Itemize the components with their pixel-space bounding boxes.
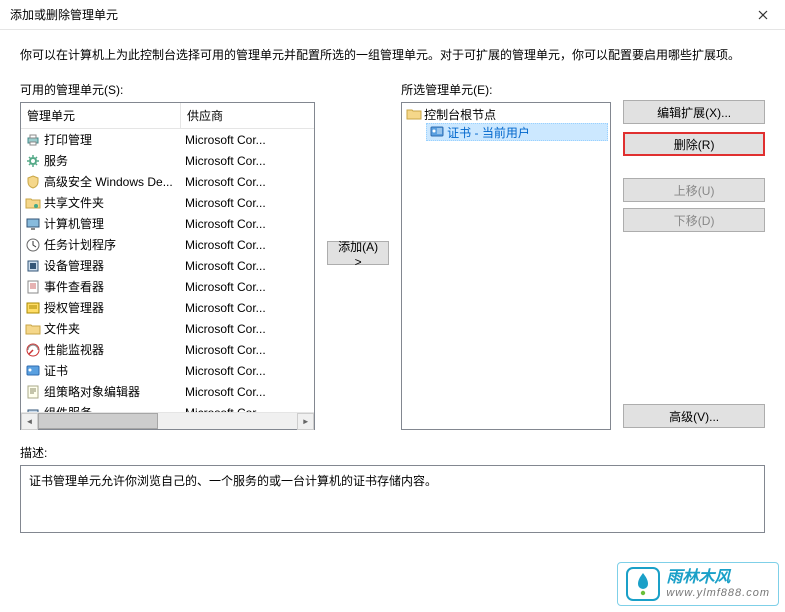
list-item-name: 打印管理 (44, 131, 92, 148)
list-item[interactable]: 服务 Microsoft Cor... (21, 150, 314, 171)
shield-icon (25, 174, 41, 190)
list-item[interactable]: 组策略对象编辑器 Microsoft Cor... (21, 381, 314, 402)
close-button[interactable] (740, 0, 785, 30)
monitor-icon (25, 216, 41, 232)
description-box: 证书管理单元允许你浏览自己的、一个服务的或一台计算机的证书存储内容。 (20, 465, 765, 533)
list-item[interactable]: 授权管理器 Microsoft Cor... (21, 297, 314, 318)
list-item-name: 文件夹 (44, 320, 80, 337)
watermark-line1: 雨林木风 (666, 568, 770, 587)
add-button[interactable]: 添加(A) > (327, 241, 389, 265)
clock-icon (25, 237, 41, 253)
list-item[interactable]: 任务计划程序 Microsoft Cor... (21, 234, 314, 255)
list-item-name: 任务计划程序 (44, 236, 116, 253)
list-item[interactable]: 性能监视器 Microsoft Cor... (21, 339, 314, 360)
titlebar: 添加或删除管理单元 (0, 0, 785, 30)
scroll-thumb[interactable] (38, 413, 158, 429)
list-item-vendor: Microsoft Cor... (181, 154, 314, 168)
list-item-name: 高级安全 Windows De... (44, 173, 173, 190)
list-item-vendor: Microsoft Cor... (181, 280, 314, 294)
list-item-vendor: Microsoft Cor... (181, 364, 314, 378)
folder-icon (406, 106, 422, 122)
available-header: 管理单元 供应商 (21, 103, 314, 129)
list-item-vendor: Microsoft Cor... (181, 175, 314, 189)
device-icon (25, 258, 41, 274)
selected-tree[interactable]: 控制台根节点 证书 - 当前用户 (401, 102, 611, 430)
list-item-name: 设备管理器 (44, 257, 104, 274)
edit-extensions-button[interactable]: 编辑扩展(X)... (623, 100, 765, 124)
list-item-name: 共享文件夹 (44, 194, 104, 211)
column-snapin[interactable]: 管理单元 (21, 103, 181, 128)
folder-icon (25, 321, 41, 337)
list-item[interactable]: 证书 Microsoft Cor... (21, 360, 314, 381)
list-item-name: 事件查看器 (44, 278, 104, 295)
available-label: 可用的管理单元(S): (20, 81, 315, 98)
watermark: 雨林木风 www.ylmf888.com (617, 562, 779, 606)
move-up-button[interactable]: 上移(U) (623, 178, 765, 202)
folder-share-icon (25, 195, 41, 211)
list-item-vendor: Microsoft Cor... (181, 238, 314, 252)
window-title: 添加或删除管理单元 (10, 6, 118, 23)
list-item-vendor: Microsoft Cor... (181, 343, 314, 357)
description-text: 证书管理单元允许你浏览自己的、一个服务的或一台计算机的证书存储内容。 (29, 474, 437, 488)
close-icon (758, 10, 768, 20)
list-item[interactable]: 事件查看器 Microsoft Cor... (21, 276, 314, 297)
list-item-vendor: Microsoft Cor... (181, 322, 314, 336)
policy-icon (25, 384, 41, 400)
list-item-vendor: Microsoft Cor... (181, 196, 314, 210)
list-item-name: 计算机管理 (44, 215, 104, 232)
watermark-line2: www.ylmf888.com (666, 587, 770, 600)
selected-label: 所选管理单元(E): (401, 81, 611, 98)
list-item-vendor: Microsoft Cor... (181, 217, 314, 231)
list-item[interactable]: 共享文件夹 Microsoft Cor... (21, 192, 314, 213)
list-item[interactable]: 高级安全 Windows De... Microsoft Cor... (21, 171, 314, 192)
list-item-vendor: Microsoft Cor... (181, 385, 314, 399)
tree-child-label: 证书 - 当前用户 (447, 124, 530, 141)
top-description: 你可以在计算机上为此控制台选择可用的管理单元并配置所选的一组管理单元。对于可扩展… (20, 46, 765, 63)
list-item[interactable]: 文件夹 Microsoft Cor... (21, 318, 314, 339)
auth-icon (25, 300, 41, 316)
available-list[interactable]: 管理单元 供应商 打印管理 Microsoft Cor... 服务 Microsoft… (20, 102, 315, 430)
perf-icon (25, 342, 41, 358)
cert-icon (429, 124, 445, 140)
list-item-name: 授权管理器 (44, 299, 104, 316)
scroll-right-button[interactable]: ► (297, 413, 314, 430)
move-down-button[interactable]: 下移(D) (623, 208, 765, 232)
tree-root-label: 控制台根节点 (424, 106, 496, 123)
list-item[interactable]: 打印管理 Microsoft Cor... (21, 129, 314, 150)
description-label: 描述: (20, 444, 765, 461)
list-item-name: 服务 (44, 152, 68, 169)
printer-icon (25, 132, 41, 148)
list-item-vendor: Microsoft Cor... (181, 301, 314, 315)
column-vendor[interactable]: 供应商 (181, 103, 314, 128)
scroll-left-button[interactable]: ◄ (21, 413, 38, 430)
gear-icon (25, 153, 41, 169)
list-item-name: 证书 (44, 362, 68, 379)
advanced-button[interactable]: 高级(V)... (623, 404, 765, 428)
list-item-name: 组策略对象编辑器 (44, 383, 140, 400)
tree-child-cert[interactable]: 证书 - 当前用户 (426, 123, 608, 141)
horizontal-scrollbar[interactable]: ◄ ► (21, 412, 314, 429)
list-item[interactable]: 计算机管理 Microsoft Cor... (21, 213, 314, 234)
event-icon (25, 279, 41, 295)
tree-root[interactable]: 控制台根节点 (404, 105, 608, 123)
list-item-name: 性能监视器 (44, 341, 104, 358)
list-item[interactable]: 设备管理器 Microsoft Cor... (21, 255, 314, 276)
cert-icon (25, 363, 41, 379)
list-item-vendor: Microsoft Cor... (181, 259, 314, 273)
list-item-vendor: Microsoft Cor... (181, 133, 314, 147)
remove-button[interactable]: 删除(R) (623, 132, 765, 156)
watermark-logo-icon (626, 567, 660, 601)
